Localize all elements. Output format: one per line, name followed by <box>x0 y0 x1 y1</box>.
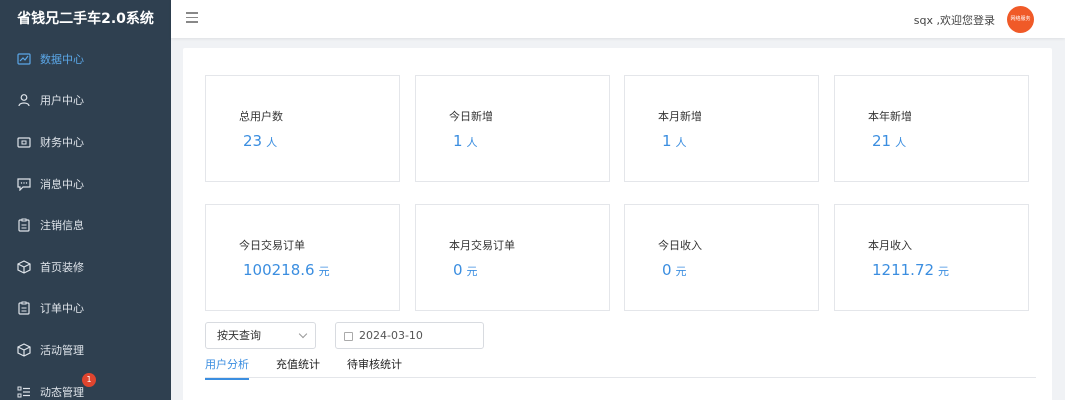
stat-unit: 元 <box>938 265 950 278</box>
calendar-icon <box>344 332 353 341</box>
sidebar-item-label: 数据中心 <box>40 52 84 66</box>
sidebar-item-user-center[interactable]: 用户中心 <box>0 80 171 122</box>
stat-card-month-income: 本月收入 1211.72 元 <box>834 204 1029 311</box>
cube-icon <box>17 343 31 357</box>
chevron-down-icon <box>298 329 308 339</box>
sidebar-item-cancellation-info[interactable]: 注销信息 <box>0 204 171 246</box>
list-icon <box>17 386 30 398</box>
welcome-text: sqx ,欢迎您登录 <box>913 14 995 27</box>
stat-card-year-new: 本年新增 21 人 <box>834 75 1029 182</box>
stat-value: 1 <box>662 132 672 150</box>
stat-unit: 人 <box>266 136 278 149</box>
stat-label: 今日收入 <box>658 239 702 252</box>
sidebar-item-home-decoration[interactable]: 首页装修 <box>0 246 171 288</box>
sidebar-item-label: 首页装修 <box>40 260 84 274</box>
period-select-value: 按天查询 <box>217 329 261 342</box>
stat-value-wrap: 21 人 <box>872 132 906 150</box>
stat-value-wrap: 23 人 <box>243 132 277 150</box>
stat-label: 本月交易订单 <box>449 239 515 252</box>
stat-label: 总用户数 <box>239 110 283 123</box>
tab-recharge-stats[interactable]: 充值统计 <box>276 356 320 378</box>
stat-card-today-orders: 今日交易订单 100218.6 元 <box>205 204 400 311</box>
stat-label: 本年新增 <box>868 110 912 123</box>
sidebar: 省钱兄二手车2.0系统 数据中心 用户中心 财务中心 消息中心 注销信息 首页装… <box>0 0 171 400</box>
tab-user-analysis[interactable]: 用户分析 <box>205 356 249 380</box>
stat-unit: 人 <box>466 136 478 149</box>
cube-icon <box>17 260 31 274</box>
stat-value: 23 <box>243 132 263 150</box>
stat-label: 本月收入 <box>868 239 912 252</box>
sidebar-item-dynamic-management[interactable]: 动态管理 1 <box>0 371 171 400</box>
stat-label: 本月新增 <box>658 110 702 123</box>
stat-card-total-users: 总用户数 23 人 <box>205 75 400 182</box>
sidebar-item-label: 用户中心 <box>40 94 84 108</box>
stat-label: 今日交易订单 <box>239 239 305 252</box>
stat-value: 0 <box>662 261 672 279</box>
clipboard-icon <box>18 218 30 232</box>
stat-value-wrap: 100218.6 元 <box>243 261 330 279</box>
menu-toggle-icon[interactable] <box>186 12 198 24</box>
clipboard-icon <box>18 301 30 315</box>
stat-value: 21 <box>872 132 892 150</box>
stat-value: 100218.6 <box>243 261 315 279</box>
message-icon <box>17 177 31 191</box>
sidebar-item-label: 消息中心 <box>40 177 84 191</box>
stat-value: 1211.72 <box>872 261 935 279</box>
wallet-icon <box>17 137 31 148</box>
period-select[interactable]: 按天查询 <box>205 322 316 349</box>
user-icon <box>18 94 30 107</box>
stat-value-wrap: 0元 <box>453 261 478 279</box>
top-bar: sqx ,欢迎您登录 网络服务 <box>171 0 1065 38</box>
stat-value-wrap: 1人 <box>662 132 687 150</box>
sidebar-item-label: 注销信息 <box>40 219 84 233</box>
sidebar-item-label: 动态管理 <box>40 385 84 399</box>
sidebar-item-activity-management[interactable]: 活动管理 <box>0 329 171 371</box>
stat-unit: 元 <box>675 265 687 278</box>
stat-unit: 人 <box>895 136 907 149</box>
tab-pending-review-stats[interactable]: 待审核统计 <box>347 356 402 378</box>
sidebar-menu: 数据中心 用户中心 财务中心 消息中心 注销信息 首页装修 订单中心 活动管理 <box>0 38 171 400</box>
sidebar-item-message-center[interactable]: 消息中心 <box>0 163 171 205</box>
sidebar-item-data-center[interactable]: 数据中心 <box>0 38 171 80</box>
stat-unit: 元 <box>466 265 478 278</box>
avatar[interactable]: 网络服务 <box>1007 6 1034 33</box>
stat-value-wrap: 1人 <box>453 132 478 150</box>
stat-card-month-orders: 本月交易订单 0元 <box>415 204 610 311</box>
stat-value: 1 <box>453 132 463 150</box>
analysis-tabs: 用户分析 充值统计 待审核统计 <box>205 352 1036 380</box>
date-value: 2024-03-10 <box>359 329 423 342</box>
stat-card-today-new: 今日新增 1人 <box>415 75 610 182</box>
stat-unit: 人 <box>675 136 687 149</box>
sidebar-item-finance-center[interactable]: 财务中心 <box>0 121 171 163</box>
app-title: 省钱兄二手车2.0系统 <box>17 11 154 27</box>
sidebar-item-label: 财务中心 <box>40 135 84 149</box>
notification-badge: 1 <box>82 372 96 387</box>
date-picker-input[interactable]: 2024-03-10 <box>335 322 484 349</box>
sidebar-item-label: 活动管理 <box>40 343 84 357</box>
stat-unit: 元 <box>318 265 330 278</box>
stat-value-wrap: 1211.72 元 <box>872 261 949 279</box>
chart-icon <box>17 53 31 65</box>
sidebar-item-label: 订单中心 <box>40 302 84 316</box>
stat-card-month-new: 本月新增 1人 <box>624 75 819 182</box>
stat-label: 今日新增 <box>449 110 493 123</box>
stat-value: 0 <box>453 261 463 279</box>
sidebar-item-order-center[interactable]: 订单中心 <box>0 288 171 330</box>
stat-card-today-income: 今日收入 0元 <box>624 204 819 311</box>
stat-value-wrap: 0元 <box>662 261 687 279</box>
